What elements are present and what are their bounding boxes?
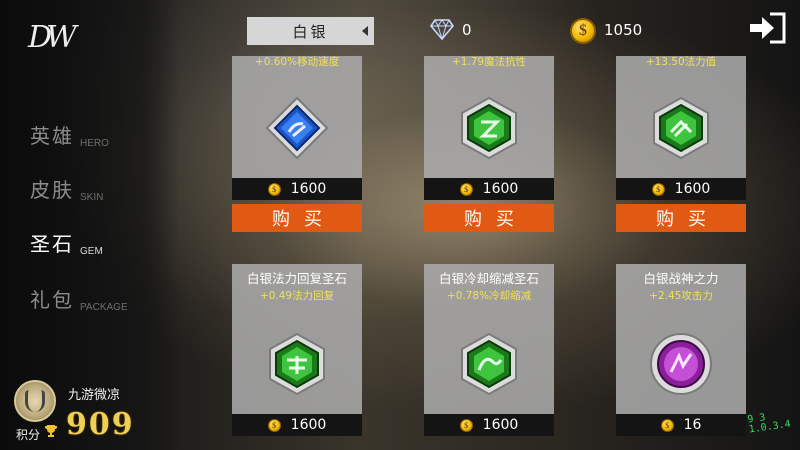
diamond-count: 0	[462, 21, 472, 39]
gem-stat: +0.49法力回复	[259, 290, 335, 302]
green-gem-icon	[269, 332, 325, 396]
gold-coin-icon: $	[660, 418, 674, 432]
nav-sublabel: HERO	[80, 138, 109, 149]
price-bar: $ 1600	[232, 414, 362, 436]
gem-card[interactable]: 白银法力回复圣石 +0.49法力回复 $ 1600	[232, 264, 362, 444]
nav-label: 英雄	[30, 124, 74, 148]
price: 1600	[482, 181, 519, 197]
diamond-icon	[430, 19, 454, 40]
wings-emblem-icon	[25, 390, 45, 412]
nav-sublabel: GEM	[80, 246, 103, 257]
username: 九游微凉	[68, 388, 121, 403]
points-label: 积分	[16, 428, 41, 442]
price-bar: $ 1600	[424, 414, 554, 436]
exit-icon[interactable]	[748, 12, 788, 44]
gold-count: 1050	[604, 21, 643, 39]
price: 1600	[674, 181, 711, 197]
gold-coin-icon: $	[267, 418, 281, 432]
gem-card[interactable]: +13.50法力值 $ 1600 购买	[616, 56, 746, 234]
tier-label: 白银	[292, 22, 329, 41]
caret-left-icon	[362, 26, 368, 36]
price: 1600	[290, 417, 327, 433]
gem-stat: +2.45攻击力	[649, 290, 713, 302]
gem-title: 白银战神之力	[643, 271, 719, 286]
green-gem-icon	[461, 332, 517, 396]
gold-coin-icon: $	[651, 182, 665, 196]
nav-item-skin[interactable]: 皮肤 SKIN	[30, 174, 103, 203]
gold-coin-icon: $	[459, 418, 473, 432]
gem-title: 白银法力回复圣石	[246, 271, 347, 286]
avatar[interactable]	[14, 380, 56, 422]
green-gem-icon	[461, 96, 517, 160]
trophy-icon	[45, 425, 57, 437]
gem-card[interactable]: 白银冷却缩减圣石 +0.78%冷却缩减 $ 1600	[424, 264, 554, 444]
gem-stat: +13.50法力值	[645, 56, 717, 68]
buy-button[interactable]: 购买	[232, 204, 362, 232]
gold-coin-icon: $	[459, 182, 473, 196]
buy-button[interactable]: 购买	[616, 204, 746, 232]
gem-stat: +0.78%冷却缩减	[446, 290, 532, 302]
price: 1600	[290, 181, 327, 197]
blue-gem-icon	[265, 96, 329, 160]
nav-sublabel: SKIN	[80, 192, 104, 203]
buy-button[interactable]: 购买	[424, 204, 554, 232]
gem-card[interactable]: 白银战神之力 +2.45攻击力 $ 16	[616, 264, 746, 444]
gem-title: 白银冷却缩减圣石	[438, 271, 539, 286]
nav-label: 皮肤	[30, 178, 74, 202]
nav-item-package[interactable]: 礼包 PACKAGE	[30, 284, 128, 313]
price: 1600	[482, 417, 519, 433]
price-bar: $ 16	[616, 414, 746, 436]
price-bar: $ 1600	[616, 178, 746, 200]
gem-stat: +1.79魔法抗性	[451, 56, 527, 68]
nav-item-gem[interactable]: 圣石 GEM	[30, 228, 103, 257]
nav-item-hero[interactable]: 英雄 HERO	[30, 120, 109, 149]
gem-stat: +0.60%移动速度	[254, 56, 340, 68]
nav-label: 圣石	[30, 232, 74, 256]
gem-card[interactable]: +0.60%移动速度 $ 1600 购买	[232, 56, 362, 234]
tier-dropdown[interactable]: 白银	[247, 17, 374, 45]
points-value: 909	[66, 407, 135, 442]
purple-gem-icon	[650, 333, 712, 395]
gold-coin-icon: $	[267, 182, 281, 196]
price-bar: $ 1600	[424, 178, 554, 200]
price: 16	[683, 417, 702, 433]
green-gem-icon	[653, 96, 709, 160]
nav-label: 礼包	[30, 288, 74, 312]
nav-sublabel: PACKAGE	[80, 302, 128, 313]
price-bar: $ 1600	[232, 178, 362, 200]
gem-card[interactable]: +1.79魔法抗性 $ 1600 购买	[424, 56, 554, 234]
gold-coin-icon: $	[570, 18, 596, 44]
logo: DW	[28, 20, 77, 55]
